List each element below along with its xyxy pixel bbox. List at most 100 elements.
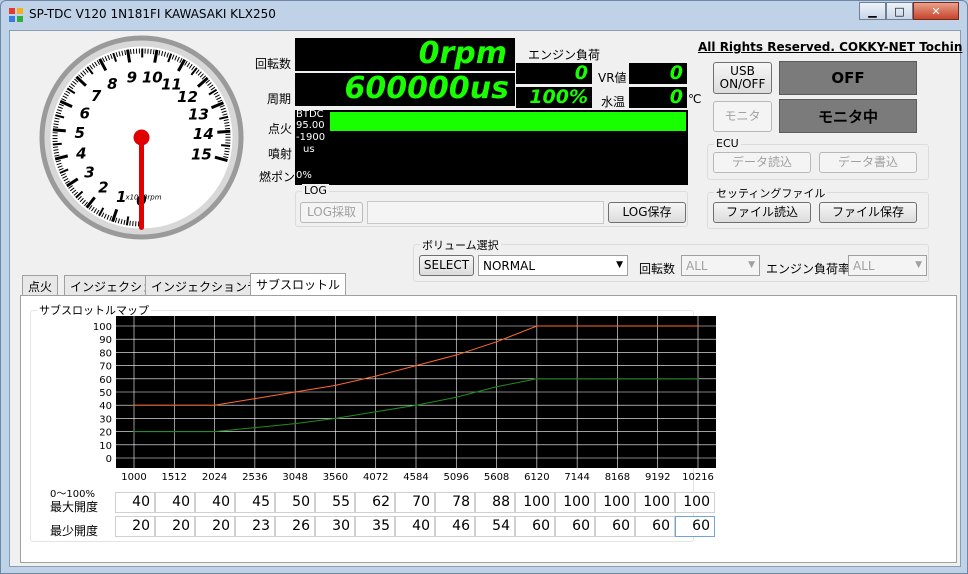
monitor-button[interactable]: モニタ bbox=[713, 101, 772, 132]
engine-load-pct-display: 100% bbox=[516, 86, 592, 108]
max-opening-cell[interactable]: 100 bbox=[675, 492, 715, 513]
maximize-icon: □ bbox=[894, 4, 905, 18]
volume-select-button[interactable]: SELECT bbox=[419, 255, 474, 276]
x-tick-label: 3560 bbox=[323, 472, 348, 482]
series-1-point bbox=[213, 404, 216, 406]
gauge-tick bbox=[224, 124, 230, 127]
max-opening-cell[interactable]: 50 bbox=[275, 492, 315, 513]
gauge-tick-label: 10 bbox=[142, 68, 163, 86]
max-opening-cell[interactable]: 100 bbox=[635, 492, 675, 513]
max-opening-cell[interactable]: 40 bbox=[115, 492, 155, 513]
period-value: 600000us bbox=[344, 71, 509, 106]
series-2-point bbox=[495, 385, 498, 388]
min-opening-cell[interactable]: 46 bbox=[435, 516, 475, 537]
max-opening-cell[interactable]: 40 bbox=[195, 492, 235, 513]
gauge-tick bbox=[224, 147, 230, 150]
min-opening-cell[interactable]: 20 bbox=[155, 516, 195, 537]
max-opening-cell[interactable]: 100 bbox=[595, 492, 635, 513]
y-tick-label: 50 bbox=[99, 388, 112, 399]
min-opening-cell[interactable]: 60 bbox=[675, 516, 715, 537]
sub-throttle-panel: サブスロットルマップ 100 90 80 70 60 50 40 30 20 10 0 1000 151… bbox=[20, 295, 957, 563]
volume-load-label: エンジン負荷率 bbox=[766, 262, 851, 276]
series-1-point bbox=[495, 341, 498, 343]
maximize-button[interactable]: □ bbox=[886, 2, 913, 20]
min-opening-cell[interactable]: 54 bbox=[475, 516, 515, 537]
copyright-text: All Rights Reserved. COKKY-NET Tochin bbox=[698, 40, 963, 54]
x-tick-label: 5096 bbox=[444, 472, 469, 482]
series-1-point bbox=[455, 354, 458, 356]
max-opening-cell[interactable]: 40 bbox=[155, 492, 195, 513]
main-panel: 0123456789101112131415x1000rpm All Right… bbox=[9, 30, 963, 567]
min-opening-cell[interactable]: 40 bbox=[395, 516, 435, 537]
max-opening-cell[interactable]: 100 bbox=[515, 492, 555, 513]
y-tick-label: 40 bbox=[99, 401, 112, 412]
min-opening-cell[interactable]: 60 bbox=[595, 516, 635, 537]
series-2-point bbox=[536, 378, 538, 380]
max-opening-label: 最大開度 bbox=[50, 500, 99, 514]
min-opening-cell[interactable]: 60 bbox=[515, 516, 555, 537]
engine-load-label: エンジン負荷 bbox=[528, 48, 601, 62]
chevron-down-icon: ▼ bbox=[748, 260, 755, 270]
y-tick-label: 70 bbox=[99, 362, 112, 373]
gauge-tick-label: 2 bbox=[98, 178, 108, 196]
usb-toggle-button[interactable]: USB ON/OFF bbox=[713, 62, 772, 94]
series-1-point bbox=[415, 364, 417, 367]
series-1-point bbox=[294, 391, 296, 393]
gauge-tick-label: 4 bbox=[75, 144, 86, 162]
minimize-button[interactable]: ▁ bbox=[859, 2, 886, 20]
min-opening-cell[interactable]: 23 bbox=[235, 516, 275, 537]
max-opening-cell[interactable]: 70 bbox=[395, 492, 435, 513]
sub-throttle-chart: 10090807060504030201001000 1512 2024 2536 30… bbox=[93, 316, 716, 482]
min-opening-cell[interactable]: 30 bbox=[315, 516, 355, 537]
tab-sub-throttle[interactable]: サブスロットル bbox=[250, 273, 347, 296]
min-opening-cell[interactable]: 20 bbox=[115, 516, 155, 537]
ecu-write-button[interactable]: データ書込 bbox=[819, 152, 917, 173]
ignition-value: 95.00 bbox=[296, 120, 325, 131]
min-opening-cell[interactable]: 35 bbox=[355, 516, 395, 537]
injection-label: 噴射 bbox=[268, 147, 293, 161]
ecu-group-title: ECU bbox=[714, 137, 741, 150]
y-tick-label: 30 bbox=[99, 414, 112, 425]
ecu-read-button[interactable]: データ読込 bbox=[713, 152, 811, 173]
log-group-title: LOG bbox=[302, 184, 329, 197]
series-2-point bbox=[133, 430, 135, 433]
file-save-button[interactable]: ファイル保存 bbox=[819, 202, 917, 223]
gauge-tick bbox=[126, 49, 132, 63]
vr-value: 0 bbox=[669, 62, 683, 84]
max-opening-cell[interactable]: 88 bbox=[475, 492, 515, 513]
max-opening-cell[interactable]: 62 bbox=[355, 492, 395, 513]
x-tick-label: 8168 bbox=[605, 472, 630, 482]
file-read-button[interactable]: ファイル読込 bbox=[713, 202, 811, 223]
max-opening-cell[interactable]: 78 bbox=[435, 492, 475, 513]
log-capture-button[interactable]: LOG採取 bbox=[300, 202, 363, 223]
volume-load-dropdown[interactable]: ALL ▼ bbox=[848, 255, 927, 276]
series-1-point bbox=[173, 404, 176, 406]
water-temp-unit: ℃ bbox=[688, 92, 702, 106]
chevron-down-icon: ▼ bbox=[616, 260, 623, 270]
max-opening-cell[interactable]: 45 bbox=[235, 492, 275, 513]
gauge-tick-label: 13 bbox=[188, 105, 209, 123]
y-tick-label: 60 bbox=[99, 375, 112, 386]
injection-unit: us bbox=[303, 144, 315, 155]
series-2-point bbox=[334, 417, 337, 420]
max-opening-cell[interactable]: 100 bbox=[555, 492, 595, 513]
title-bar[interactable]: SP-TDC V120 1N181FI KAWASAKI KLX250 ▁ □ … bbox=[1, 1, 967, 29]
min-opening-row: 20 20 20 23 26 30 35 40 46 54 60 60 60 60 60 bbox=[115, 516, 715, 538]
series-1-point bbox=[374, 375, 377, 377]
log-save-button[interactable]: LOG保存 bbox=[608, 202, 686, 223]
fuel-pump-value: 0% bbox=[296, 170, 312, 181]
vr-display: 0 bbox=[629, 62, 687, 84]
tab-ignition[interactable]: 点火 bbox=[22, 275, 59, 295]
min-opening-cell[interactable]: 60 bbox=[555, 516, 595, 537]
x-tick-label: 5608 bbox=[484, 472, 509, 482]
gauge-tick bbox=[152, 49, 155, 55]
engine-load-pct: 100% bbox=[529, 86, 588, 108]
volume-rpm-dropdown[interactable]: ALL ▼ bbox=[681, 255, 760, 276]
volume-dropdown[interactable]: NORMAL ▼ bbox=[478, 255, 628, 276]
close-button[interactable]: ✕ bbox=[913, 2, 959, 20]
max-opening-cell[interactable]: 55 bbox=[315, 492, 355, 513]
monitor-status: モニタ中 bbox=[779, 99, 917, 133]
min-opening-cell[interactable]: 20 bbox=[195, 516, 235, 537]
min-opening-cell[interactable]: 60 bbox=[635, 516, 675, 537]
min-opening-cell[interactable]: 26 bbox=[275, 516, 315, 537]
